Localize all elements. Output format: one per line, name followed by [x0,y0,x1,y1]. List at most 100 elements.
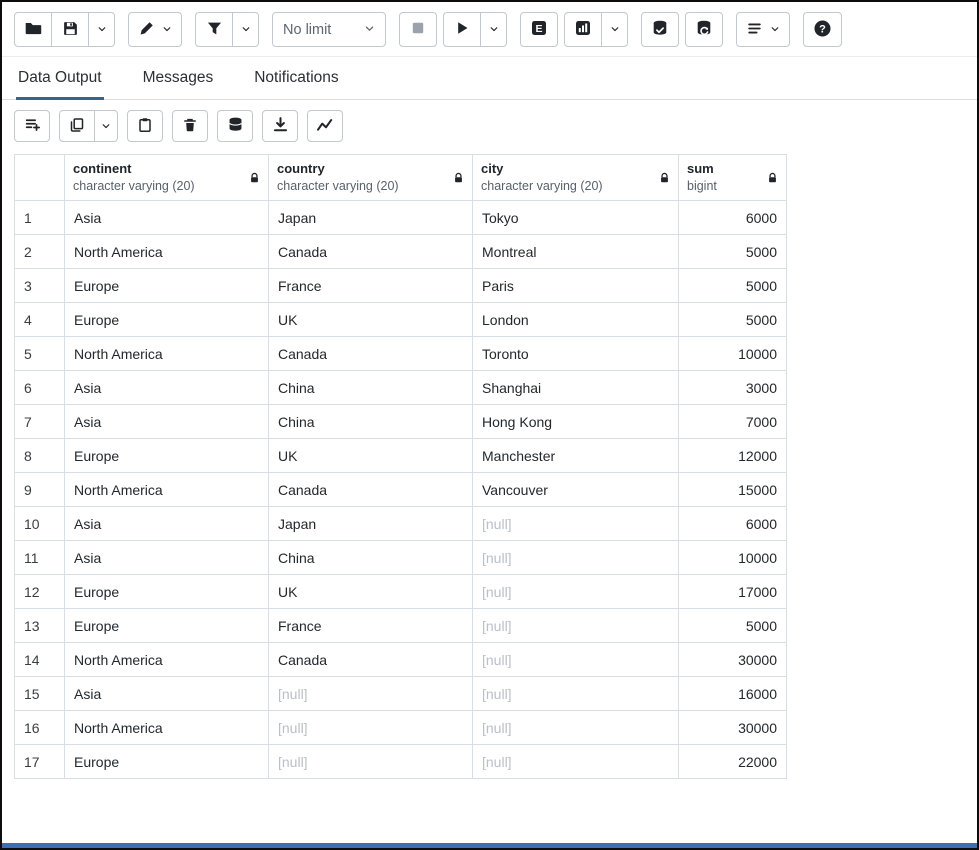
grid-cell[interactable]: Europe [65,575,269,609]
grid-cell[interactable]: Europe [65,303,269,337]
row-number[interactable]: 6 [15,371,65,405]
grid-cell[interactable]: Canada [269,643,473,677]
column-header-country[interactable]: country character varying (20) [269,155,473,201]
grid-cell[interactable]: Canada [269,473,473,507]
row-number[interactable]: 9 [15,473,65,507]
column-header-sum[interactable]: sum bigint [679,155,787,201]
grid-cell[interactable]: 12000 [679,439,787,473]
grid-cell[interactable]: Manchester [473,439,679,473]
tab-data-output[interactable]: Data Output [16,57,104,99]
grid-cell[interactable]: 5000 [679,269,787,303]
grid-cell[interactable]: Europe [65,745,269,779]
grid-cell[interactable]: Asia [65,371,269,405]
row-number[interactable]: 7 [15,405,65,439]
grid-cell[interactable]: [null] [269,711,473,745]
grid-cell[interactable]: 15000 [679,473,787,507]
execute-menu-button[interactable] [480,12,507,47]
explain-menu-button[interactable] [601,12,628,47]
row-number[interactable]: 3 [15,269,65,303]
row-number[interactable]: 17 [15,745,65,779]
grid-cell[interactable]: China [269,541,473,575]
grid-cell[interactable]: 16000 [679,677,787,711]
macros-menu-button[interactable] [736,12,790,47]
row-number[interactable]: 13 [15,609,65,643]
explain-button[interactable]: E [520,12,558,47]
save-menu-button[interactable] [88,12,115,47]
edit-menu-button[interactable] [128,12,182,47]
copy-menu-button[interactable] [94,110,118,142]
row-number[interactable]: 15 [15,677,65,711]
grid-cell[interactable]: North America [65,337,269,371]
rollback-button[interactable] [685,12,723,47]
grid-cell[interactable]: Asia [65,201,269,235]
grid-cell[interactable]: 22000 [679,745,787,779]
grid-cell[interactable]: [null] [473,541,679,575]
grid-cell[interactable]: [null] [473,609,679,643]
filter-button[interactable] [195,12,233,47]
grid-cell[interactable]: Canada [269,235,473,269]
grid-cell[interactable]: [null] [269,677,473,711]
grid-cell[interactable]: North America [65,473,269,507]
grid-cell[interactable]: Asia [65,507,269,541]
row-number[interactable]: 10 [15,507,65,541]
graph-visualiser-button[interactable] [307,110,343,142]
grid-cell[interactable]: 30000 [679,711,787,745]
help-button[interactable]: ? [803,12,842,47]
download-csv-button[interactable] [262,110,298,142]
grid-cell[interactable]: 6000 [679,507,787,541]
select-all-corner[interactable] [15,155,65,201]
row-number[interactable]: 12 [15,575,65,609]
row-number[interactable]: 1 [15,201,65,235]
grid-cell[interactable]: [null] [473,745,679,779]
grid-cell[interactable]: 3000 [679,371,787,405]
grid-cell[interactable]: Shanghai [473,371,679,405]
tab-notifications[interactable]: Notifications [252,57,340,99]
grid-cell[interactable]: North America [65,711,269,745]
grid-cell[interactable]: Europe [65,439,269,473]
grid-cell[interactable]: France [269,269,473,303]
grid-cell[interactable]: 5000 [679,609,787,643]
grid-cell[interactable]: Europe [65,269,269,303]
row-limit-select[interactable]: No limit [272,12,386,47]
grid-cell[interactable]: [null] [473,575,679,609]
grid-cell[interactable]: Toronto [473,337,679,371]
grid-cell[interactable]: Japan [269,507,473,541]
grid-cell[interactable]: [null] [473,711,679,745]
add-row-button[interactable] [14,110,50,142]
column-header-continent[interactable]: continent character varying (20) [65,155,269,201]
grid-cell[interactable]: [null] [473,643,679,677]
grid-cell[interactable]: 7000 [679,405,787,439]
row-number[interactable]: 11 [15,541,65,575]
grid-cell[interactable]: 6000 [679,201,787,235]
grid-cell[interactable]: Asia [65,405,269,439]
row-number[interactable]: 16 [15,711,65,745]
grid-cell[interactable]: 17000 [679,575,787,609]
column-header-city[interactable]: city character varying (20) [473,155,679,201]
filter-menu-button[interactable] [232,12,259,47]
copy-button[interactable] [59,110,95,142]
row-number[interactable]: 4 [15,303,65,337]
cancel-query-button[interactable] [399,12,437,47]
grid-cell[interactable]: Tokyo [473,201,679,235]
row-number[interactable]: 8 [15,439,65,473]
grid-cell[interactable]: Asia [65,677,269,711]
row-number[interactable]: 5 [15,337,65,371]
grid-cell[interactable]: Canada [269,337,473,371]
grid-cell[interactable]: [null] [473,677,679,711]
save-data-button[interactable] [217,110,253,142]
grid-cell[interactable]: China [269,371,473,405]
paste-button[interactable] [127,110,163,142]
row-number[interactable]: 2 [15,235,65,269]
save-file-button[interactable] [51,12,89,47]
grid-cell[interactable]: 30000 [679,643,787,677]
grid-cell[interactable]: Paris [473,269,679,303]
commit-button[interactable] [641,12,679,47]
grid-cell[interactable]: UK [269,439,473,473]
grid-cell[interactable]: Hong Kong [473,405,679,439]
tab-messages[interactable]: Messages [141,57,216,99]
grid-cell[interactable]: London [473,303,679,337]
grid-cell[interactable]: Asia [65,541,269,575]
execute-button[interactable] [443,12,481,47]
open-file-button[interactable] [14,12,52,47]
grid-cell[interactable]: 5000 [679,235,787,269]
